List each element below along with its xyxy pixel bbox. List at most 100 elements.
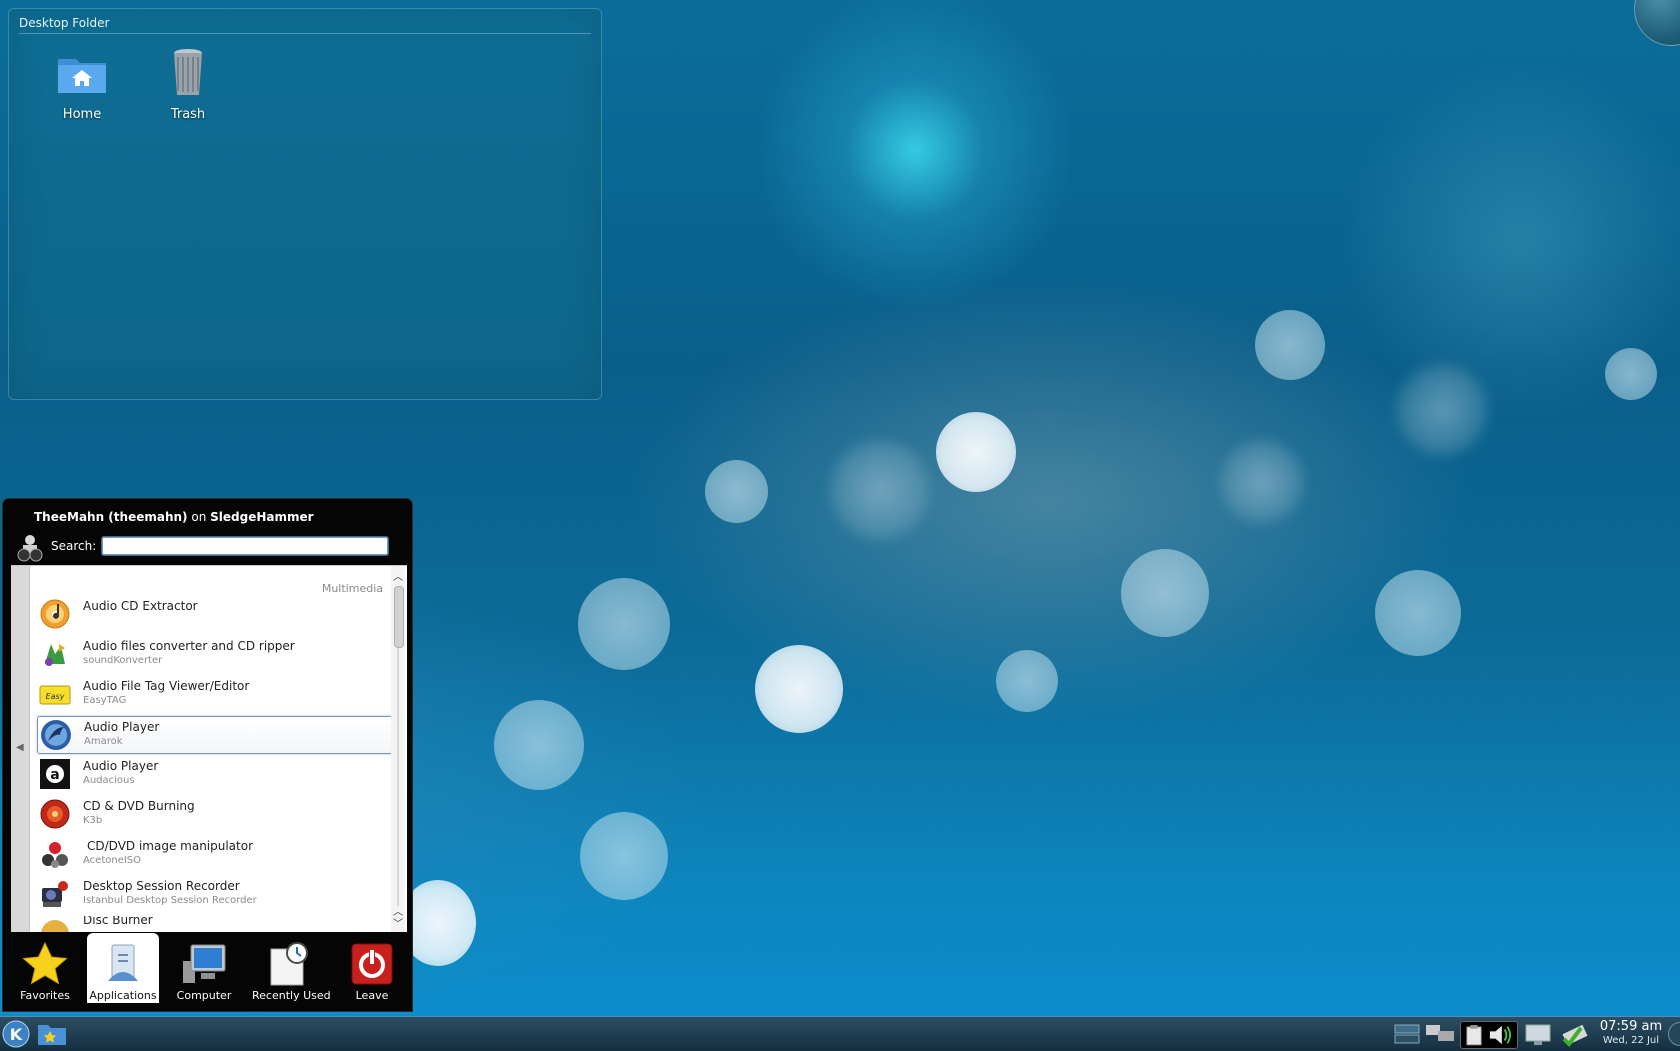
computer-icon — [183, 944, 226, 983]
user-name: TheeMahn (theemahn) — [34, 510, 188, 524]
tab-label: Recently Used — [252, 989, 331, 1002]
bokeh-light — [936, 412, 1016, 492]
app-item-audacious[interactable]: a Audio Player Audacious — [37, 756, 391, 792]
app-item-disc-burner[interactable]: Disc Burner — [37, 916, 391, 932]
app-item-soundkonverter[interactable]: Audio files converter and CD ripper soun… — [37, 636, 391, 672]
home-folder-icon — [58, 59, 106, 93]
bokeh-light — [494, 700, 584, 790]
k3b-icon — [40, 799, 70, 829]
taskbar: K 07:59 am Wed, 22 Jul — [0, 1016, 1680, 1051]
app-name: Audio Player — [84, 720, 160, 734]
scroll-down-icon[interactable]: ﹀ — [393, 915, 403, 930]
app-name: Audio CD Extractor — [83, 599, 198, 613]
bokeh-light — [1255, 310, 1325, 380]
bokeh-light — [580, 812, 668, 900]
application-list: ◀ Multimedia Audio CD Extractor Audio fi… — [11, 565, 407, 932]
clipboard-icon[interactable] — [1465, 1024, 1483, 1046]
panel-toolbox-cashew[interactable] — [1668, 1022, 1680, 1046]
power-icon — [351, 943, 393, 985]
tab-label: Favorites — [20, 989, 70, 1002]
desktop-icon-home[interactable]: Home — [37, 45, 127, 122]
app-subtitle: AcetoneISO — [83, 855, 142, 866]
search-input[interactable] — [102, 537, 388, 555]
bokeh-light — [1375, 570, 1461, 656]
network-icon[interactable] — [1424, 1021, 1456, 1047]
app-item-istanbul[interactable]: Desktop Session Recorder Istanbul Deskto… — [37, 876, 391, 912]
tab-label: Applications — [89, 989, 157, 1002]
tab-applications[interactable]: Applications — [87, 933, 159, 1003]
app-subtitle: Audacious — [83, 775, 135, 786]
category-header: Multimedia — [321, 582, 383, 595]
easytag-icon: Easy — [39, 685, 71, 705]
applications-icon — [108, 944, 138, 981]
kickoff-tab-bar: Favorites Applications Computer Recently… — [3, 933, 412, 1011]
audacious-icon: a — [40, 759, 70, 789]
app-item-k3b[interactable]: CD & DVD Burning K3b — [37, 796, 391, 832]
tab-recently-used[interactable]: Recently Used — [252, 933, 331, 1003]
kde-launcher-icon[interactable]: K — [2, 1020, 30, 1048]
desktop-folder-widget: Desktop Folder Home Trash — [8, 8, 602, 400]
bokeh-light — [578, 578, 670, 670]
user-on: on — [191, 510, 207, 524]
desktop-toolbox-cashew[interactable] — [1634, 0, 1680, 46]
app-subtitle: EasyTAG — [83, 695, 127, 706]
istanbul-icon — [42, 881, 68, 907]
app-name: CD & DVD Burning — [83, 799, 195, 813]
list-scrollbar[interactable]: ︿ ︿ ﹀ — [391, 566, 405, 932]
desktop-icon-trash[interactable]: Trash — [143, 45, 233, 122]
kickoff-menu: TheeMahn (theemahn) on SledgeHammer Sear… — [2, 498, 413, 1012]
bokeh-light — [1605, 348, 1657, 400]
acetoneiso-icon — [42, 842, 68, 868]
search-label: Search: — [51, 539, 97, 553]
amarok-icon — [41, 720, 71, 750]
app-item-amarok[interactable]: Audio Player Amarok — [37, 716, 393, 754]
app-item-easytag[interactable]: Easy Audio File Tag Viewer/Editor EasyTA… — [37, 676, 391, 712]
back-button[interactable]: ◀ — [11, 566, 30, 932]
app-subtitle: soundKonverter — [83, 655, 163, 666]
app-name: Desktop Session Recorder — [83, 879, 240, 893]
desktop-folder-title: Desktop Folder — [19, 16, 110, 30]
search-binoculars-icon — [17, 535, 43, 562]
tab-favorites[interactable]: Favorites — [9, 933, 81, 1003]
folder-view-icon[interactable] — [36, 1021, 68, 1047]
clock-time[interactable]: 07:59 am — [1596, 1019, 1666, 1034]
volume-icon[interactable] — [1487, 1024, 1513, 1046]
app-name: Disc Burner — [83, 916, 153, 927]
app-subtitle: Amarok — [84, 736, 123, 747]
update-notifier-icon[interactable] — [1560, 1021, 1590, 1047]
app-subtitle: K3b — [83, 815, 103, 826]
svg-text:a: a — [50, 767, 59, 783]
bokeh-light — [830, 440, 930, 540]
tab-computer[interactable]: Computer — [168, 933, 240, 1003]
bokeh-light — [705, 460, 768, 523]
app-item-audio-cd-extractor[interactable]: Audio CD Extractor — [37, 596, 391, 632]
bokeh-light — [1220, 440, 1304, 524]
soundkonverter-icon — [45, 644, 65, 666]
audio-cd-icon — [40, 599, 70, 629]
app-subtitle: Istanbul Desktop Session Recorder — [83, 895, 257, 906]
bokeh-light — [1396, 364, 1488, 456]
desktop-icon-label: Home — [62, 107, 102, 122]
clock-date[interactable]: Wed, 22 Jul — [1596, 1035, 1666, 1046]
display-icon[interactable] — [1524, 1021, 1552, 1047]
app-item-acetoneiso[interactable]: CD/DVD image manipulator AcetoneISO — [37, 836, 391, 872]
bokeh-light — [755, 645, 843, 733]
tab-label: Leave — [355, 989, 389, 1002]
scroll-up-icon[interactable]: ︿ — [393, 568, 403, 583]
bokeh-light — [1121, 549, 1209, 637]
host-name: SledgeHammer — [210, 510, 314, 524]
pager-icon[interactable] — [1393, 1021, 1421, 1047]
svg-text:Easy: Easy — [46, 692, 65, 701]
star-icon — [22, 941, 68, 985]
app-name: Audio files converter and CD ripper — [83, 639, 295, 653]
scrollbar-thumb[interactable] — [394, 586, 404, 648]
recently-used-icon — [270, 942, 308, 986]
tab-leave[interactable]: Leave — [336, 933, 408, 1003]
chevron-left-icon: ◀ — [16, 742, 24, 753]
disc-burner-icon — [41, 920, 69, 932]
user-header: TheeMahn (theemahn) on SledgeHammer — [34, 510, 314, 524]
app-name: Audio File Tag Viewer/Editor — [83, 679, 250, 693]
tab-label: Computer — [176, 989, 232, 1002]
system-tray — [1460, 1021, 1518, 1049]
desktop-icon-label: Trash — [170, 107, 206, 122]
